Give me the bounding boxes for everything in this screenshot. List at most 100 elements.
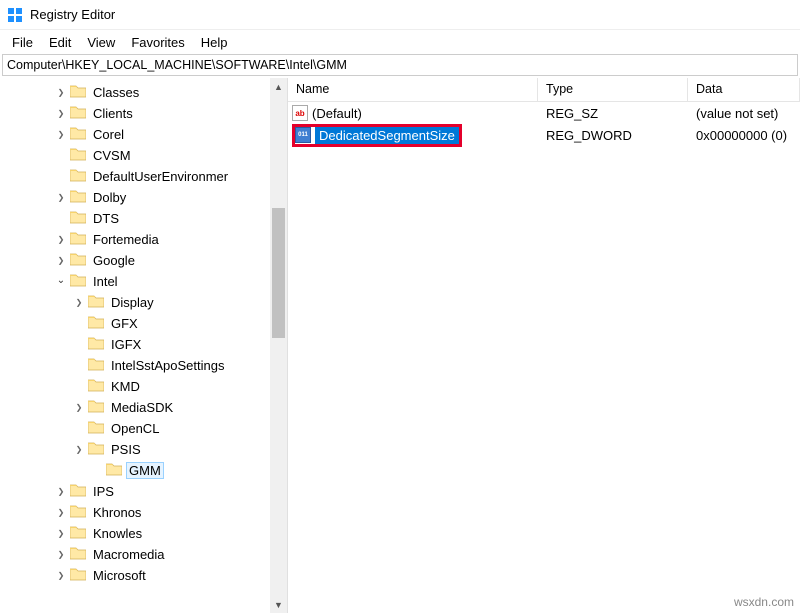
- expander-none: ·: [54, 149, 68, 163]
- chevron-right-icon[interactable]: ❯: [72, 443, 86, 457]
- menu-bar: File Edit View Favorites Help: [0, 30, 800, 54]
- tree-item-label: Khronos: [90, 504, 144, 521]
- expander-none: ·: [72, 422, 86, 436]
- tree-item-display[interactable]: ❯ Display: [0, 292, 270, 313]
- chevron-right-icon[interactable]: ❯: [54, 506, 68, 520]
- list-row-dedicatedsegmentsize[interactable]: 011DedicatedSegmentSizeREG_DWORD0x000000…: [288, 124, 800, 146]
- tree-item-intel[interactable]: ⌄Intel: [0, 271, 270, 292]
- tree-item-intelsstaposettings[interactable]: ·IntelSstApoSettings: [0, 355, 270, 376]
- folder-icon: [86, 378, 108, 395]
- cell-data: (value not set): [688, 106, 800, 121]
- tree-item-opencl[interactable]: ·OpenCL: [0, 418, 270, 439]
- tree-item-mediasdk[interactable]: ❯MediaSDK: [0, 397, 270, 418]
- tree-item-corel[interactable]: ❯ Corel: [0, 124, 270, 145]
- folder-icon: [68, 252, 90, 269]
- tree-item-dts[interactable]: ·DTS: [0, 208, 270, 229]
- tree-item-macromedia[interactable]: ❯Macromedia: [0, 544, 270, 565]
- menu-file[interactable]: File: [4, 33, 41, 52]
- cell-type: REG_DWORD: [538, 128, 688, 143]
- expander-none: ·: [90, 464, 104, 478]
- chevron-right-icon[interactable]: ❯: [72, 401, 86, 415]
- cell-name: ab (Default): [292, 105, 538, 121]
- chevron-down-icon[interactable]: ⌄: [54, 274, 68, 288]
- window-title: Registry Editor: [30, 7, 115, 22]
- chevron-right-icon[interactable]: ❯: [54, 527, 68, 541]
- chevron-right-icon[interactable]: ❯: [54, 485, 68, 499]
- tree-item-google[interactable]: ❯Google: [0, 250, 270, 271]
- list-row-default[interactable]: ab (Default) REG_SZ(value not set): [288, 102, 800, 124]
- tree-item-classes[interactable]: ❯ Classes: [0, 82, 270, 103]
- tree-item-label: Clients: [90, 105, 136, 122]
- string-value-icon: ab: [292, 105, 308, 121]
- folder-icon: [68, 231, 90, 248]
- list-body: ab (Default) REG_SZ(value not set) 011Dedic…: [288, 102, 800, 146]
- cell-data: 0x00000000 (0): [688, 128, 800, 143]
- tree-item-label: Microsoft: [90, 567, 149, 584]
- scroll-up-icon[interactable]: ▲: [270, 78, 287, 95]
- chevron-right-icon[interactable]: ❯: [54, 254, 68, 268]
- chevron-right-icon[interactable]: ❯: [54, 128, 68, 142]
- tree-item-gmm[interactable]: · GMM: [0, 460, 270, 481]
- expander-none: ·: [54, 170, 68, 184]
- folder-icon: [68, 546, 90, 563]
- chevron-right-icon[interactable]: ❯: [54, 107, 68, 121]
- tree-item-label: Dolby: [90, 189, 129, 206]
- chevron-right-icon[interactable]: ❯: [54, 191, 68, 205]
- tree-scrollbar[interactable]: ▲ ▼: [270, 78, 287, 613]
- menu-favorites[interactable]: Favorites: [123, 33, 192, 52]
- expander-none: ·: [72, 317, 86, 331]
- folder-icon: [68, 504, 90, 521]
- main-content: ❯ Classes ❯ Clients ❯ Corel ·CVSM·DefaultUserE…: [0, 78, 800, 613]
- tree-item-clients[interactable]: ❯ Clients: [0, 103, 270, 124]
- tree-item-igfx[interactable]: · IGFX: [0, 334, 270, 355]
- folder-icon: [68, 105, 90, 122]
- tree-item-label: IGFX: [108, 336, 144, 353]
- tree-item-label: Classes: [90, 84, 142, 101]
- menu-view[interactable]: View: [79, 33, 123, 52]
- chevron-right-icon[interactable]: ❯: [54, 569, 68, 583]
- col-header-name[interactable]: Name: [288, 78, 538, 101]
- folder-icon: [68, 189, 90, 206]
- list-pane: Name Type Data ab (Default) REG_SZ(value n…: [288, 78, 800, 613]
- tree-item-label: Knowles: [90, 525, 145, 542]
- tree-item-label: PSIS: [108, 441, 144, 458]
- binary-value-icon: 011: [295, 127, 311, 143]
- tree-item-label: IntelSstApoSettings: [108, 357, 227, 374]
- tree-item-label: GMM: [126, 462, 164, 479]
- folder-icon: [86, 399, 108, 416]
- tree-item-gfx[interactable]: ·GFX: [0, 313, 270, 334]
- tree-view[interactable]: ❯ Classes ❯ Clients ❯ Corel ·CVSM·DefaultUserE…: [0, 78, 270, 613]
- chevron-right-icon[interactable]: ❯: [54, 233, 68, 247]
- tree-item-label: Display: [108, 294, 157, 311]
- tree-item-cvsm[interactable]: ·CVSM: [0, 145, 270, 166]
- expander-none: ·: [72, 380, 86, 394]
- col-header-data[interactable]: Data: [688, 78, 800, 101]
- cell-type: REG_SZ: [538, 106, 688, 121]
- scroll-down-icon[interactable]: ▼: [270, 596, 287, 613]
- expander-none: ·: [54, 212, 68, 226]
- tree-item-knowles[interactable]: ❯ Knowles: [0, 523, 270, 544]
- menu-edit[interactable]: Edit: [41, 33, 79, 52]
- tree-item-defaultuserenvironmer[interactable]: ·DefaultUserEnvironmer: [0, 166, 270, 187]
- chevron-right-icon[interactable]: ❯: [72, 296, 86, 310]
- list-header: Name Type Data: [288, 78, 800, 102]
- value-name: (Default): [312, 106, 362, 121]
- tree-item-kmd[interactable]: ·KMD: [0, 376, 270, 397]
- tree-item-ips[interactable]: ❯IPS: [0, 481, 270, 502]
- folder-icon: [68, 525, 90, 542]
- chevron-right-icon[interactable]: ❯: [54, 86, 68, 100]
- tree-item-dolby[interactable]: ❯ Dolby: [0, 187, 270, 208]
- tree-item-khronos[interactable]: ❯ Khronos: [0, 502, 270, 523]
- expander-none: ·: [72, 338, 86, 352]
- value-name: DedicatedSegmentSize: [315, 127, 459, 144]
- tree-item-microsoft[interactable]: ❯ Microsoft: [0, 565, 270, 586]
- menu-help[interactable]: Help: [193, 33, 236, 52]
- tree-item-label: Corel: [90, 126, 127, 143]
- address-bar[interactable]: Computer\HKEY_LOCAL_MACHINE\SOFTWARE\Int…: [2, 54, 798, 76]
- col-header-type[interactable]: Type: [538, 78, 688, 101]
- scroll-thumb[interactable]: [272, 208, 285, 338]
- chevron-right-icon[interactable]: ❯: [54, 548, 68, 562]
- tree-item-fortemedia[interactable]: ❯Fortemedia: [0, 229, 270, 250]
- cell-name: 011DedicatedSegmentSize: [292, 124, 538, 147]
- tree-item-psis[interactable]: ❯ PSIS: [0, 439, 270, 460]
